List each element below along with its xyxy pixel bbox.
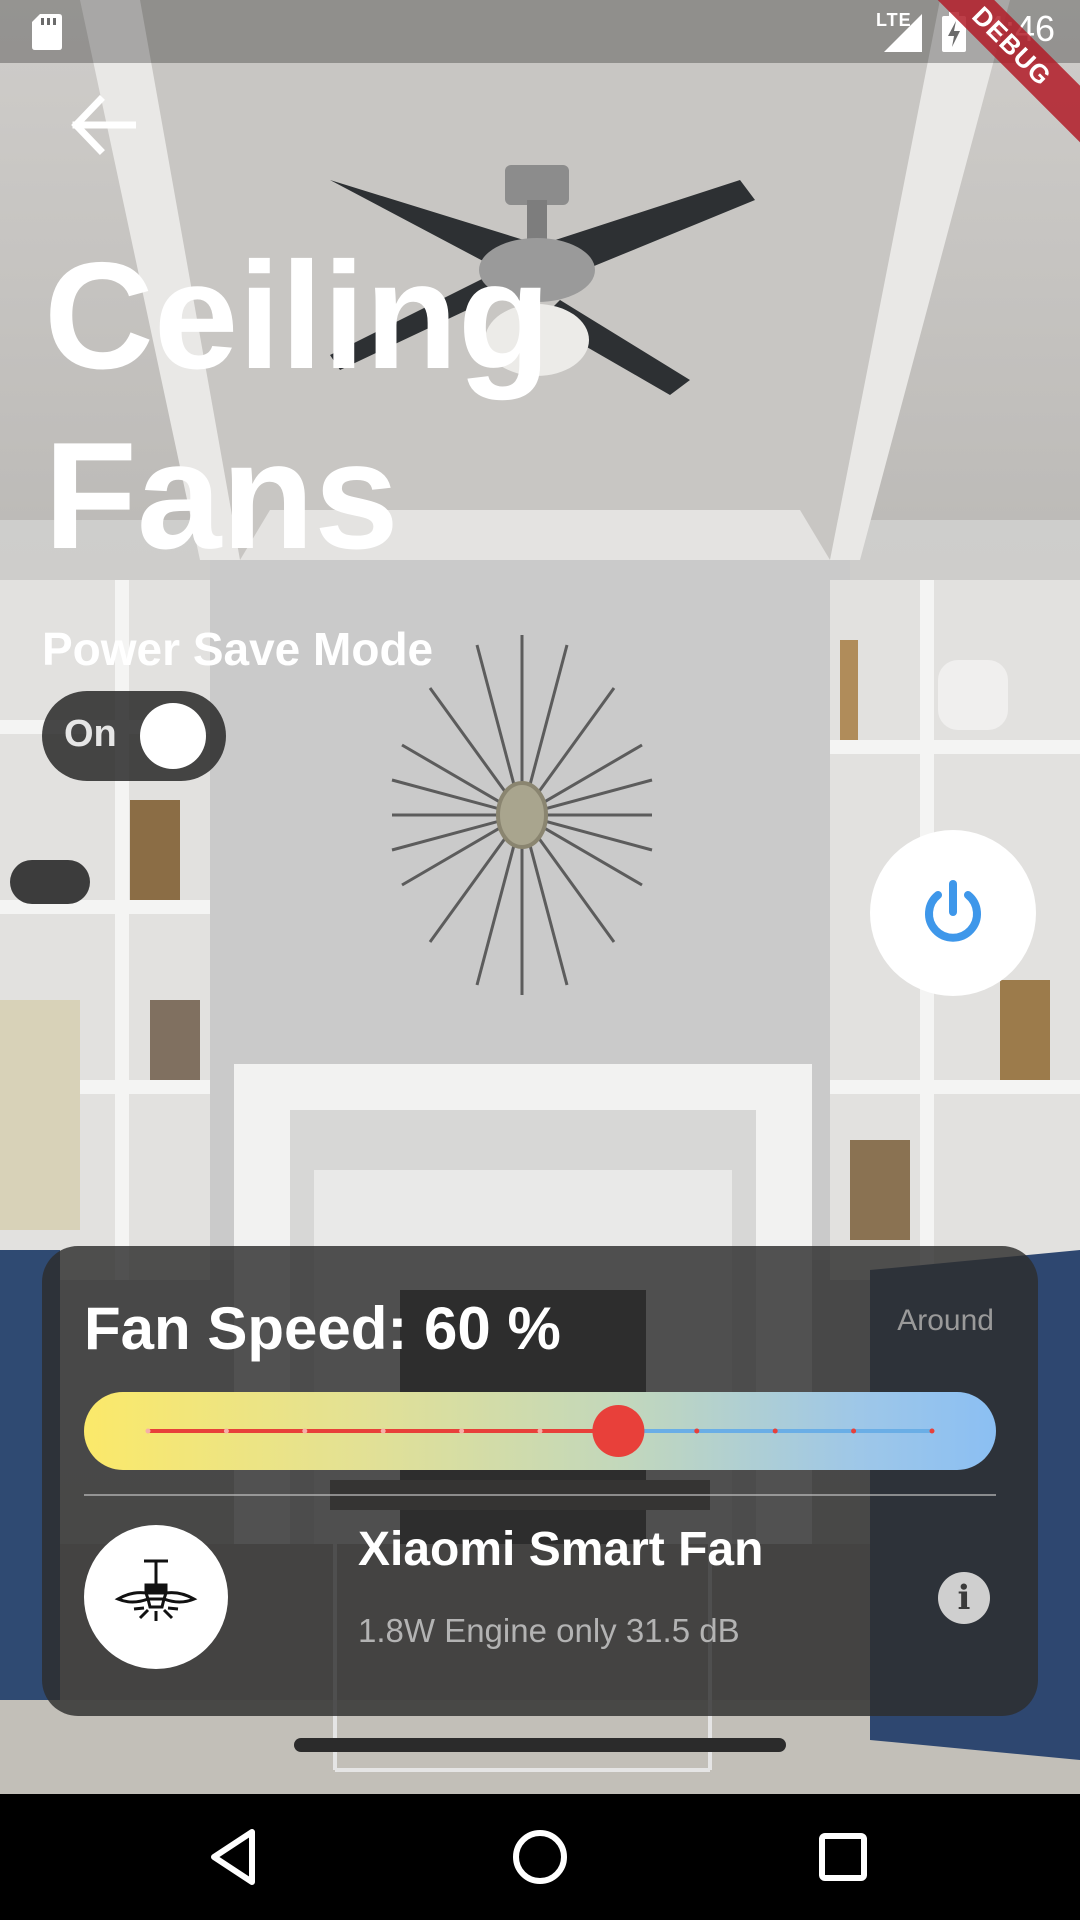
slider-tick	[223, 1428, 229, 1434]
arrow-left-icon	[71, 95, 138, 155]
toggle-state-label: On	[64, 713, 117, 755]
info-button[interactable]: i	[938, 1572, 990, 1624]
fan-speed-label: Fan Speed: 60 %	[84, 1295, 561, 1362]
ceiling-fan-icon	[114, 1559, 198, 1621]
device-name: Xiaomi Smart Fan	[358, 1523, 764, 1576]
back-button[interactable]	[70, 92, 146, 168]
device-avatar	[84, 1525, 228, 1669]
slider-tick	[459, 1428, 465, 1434]
info-icon: i	[957, 1578, 971, 1618]
slider-tick	[772, 1428, 778, 1434]
page-title: Ceiling Fans	[44, 231, 551, 581]
back-triangle-icon	[211, 1829, 255, 1885]
slider-tick	[851, 1428, 857, 1434]
power-button[interactable]	[870, 830, 1036, 996]
recents-square-icon	[819, 1833, 867, 1881]
slider-tick	[537, 1428, 543, 1434]
nav-recents-button[interactable]	[808, 1822, 878, 1892]
home-indicator[interactable]	[294, 1738, 786, 1752]
slider-tick	[302, 1428, 308, 1434]
navigation-bar	[0, 1794, 1080, 1920]
power-save-toggle[interactable]: On	[42, 691, 226, 781]
toggle-knob	[140, 703, 206, 769]
slider-tick	[694, 1428, 700, 1434]
device-description: 1.8W Engine only 31.5 dB	[358, 1612, 740, 1649]
cell-signal-icon	[884, 14, 922, 52]
slider-track	[145, 1405, 935, 1457]
slider-tick	[929, 1428, 935, 1434]
slider-tick	[380, 1428, 386, 1434]
fan-speed-slider[interactable]	[84, 1392, 996, 1470]
fan-control-card: Fan Speed: 60 % Around Xiaomi Smart Fan …	[42, 1246, 1038, 1716]
power-save-mode-label: Power Save Mode	[42, 623, 434, 675]
sd-card-icon	[32, 14, 62, 50]
nav-back-button[interactable]	[200, 1822, 270, 1892]
slider-thumb[interactable]	[592, 1405, 645, 1457]
card-divider	[84, 1494, 996, 1496]
status-bar: LTE 4:46 DEBUG	[0, 0, 1080, 153]
power-icon	[925, 880, 981, 942]
slider-tick	[145, 1428, 151, 1434]
speed-hint-label: Around	[897, 1304, 994, 1337]
home-circle-icon	[513, 1830, 567, 1884]
nav-home-button[interactable]	[505, 1822, 575, 1892]
